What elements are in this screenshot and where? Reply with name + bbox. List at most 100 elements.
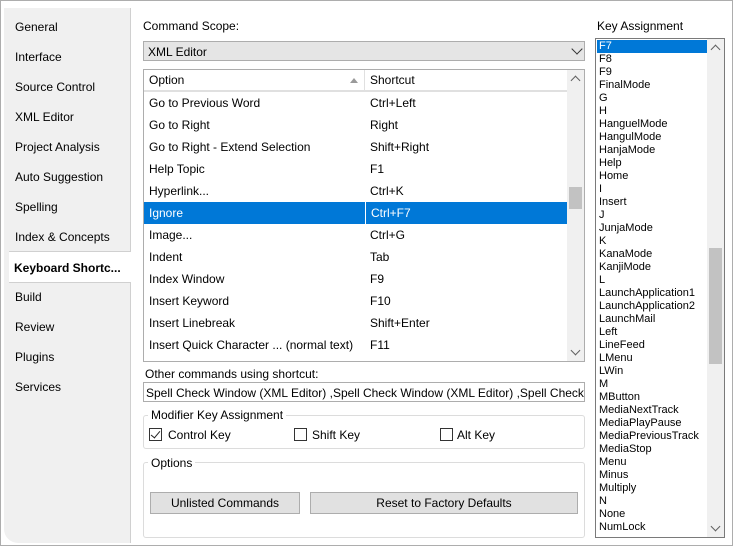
list-item[interactable]: MediaPreviousTrack (597, 430, 707, 443)
list-item[interactable]: K (597, 235, 707, 248)
table-row[interactable]: Go to Previous Word Ctrl+Left (144, 92, 568, 114)
tab-services[interactable]: Services (10, 372, 128, 402)
list-item[interactable]: KanaMode (597, 248, 707, 261)
option-cell: Indent (149, 250, 183, 264)
scroll-up-icon[interactable] (710, 44, 721, 55)
scroll-down-icon[interactable] (570, 345, 581, 356)
list-item[interactable]: LWin (597, 365, 707, 378)
list-item[interactable]: I (597, 183, 707, 196)
list-item[interactable]: L (597, 274, 707, 287)
table-row[interactable]: Help Topic F1 (144, 158, 568, 180)
list-item[interactable]: N (597, 495, 707, 508)
shortcut-cell: F11 (370, 338, 390, 352)
grid-scrollbar[interactable] (567, 70, 584, 361)
tab-plugins[interactable]: Plugins (10, 342, 128, 372)
tab-project-analysis[interactable]: Project Analysis (10, 132, 128, 162)
other-commands-field[interactable]: Spell Check Window (XML Editor) ,Spell C… (143, 382, 585, 402)
grid-header: Option Shortcut (144, 70, 568, 92)
tab-xml-editor[interactable]: XML Editor (10, 102, 128, 132)
column-header-option[interactable]: Option (144, 70, 365, 91)
list-item[interactable]: HanguelMode (597, 118, 707, 131)
tab-interface[interactable]: Interface (10, 42, 128, 72)
shortcut-cell: Ctrl+F7 (365, 202, 568, 224)
list-item[interactable]: F7 (597, 40, 707, 53)
tab-source-control[interactable]: Source Control (10, 72, 128, 102)
shift-key-label[interactable]: Shift Key (312, 428, 360, 442)
list-item[interactable]: JunjaMode (597, 222, 707, 235)
table-row[interactable]: Hyperlink... Ctrl+K (144, 180, 568, 202)
shortcut-cell: Ctrl+K (370, 184, 404, 198)
table-row[interactable]: Insert Keyword F10 (144, 290, 568, 312)
list-item[interactable]: HangulMode (597, 131, 707, 144)
tab-review[interactable]: Review (10, 312, 128, 342)
tab-build[interactable]: Build (10, 282, 128, 312)
table-row[interactable]: Image... Ctrl+G (144, 224, 568, 246)
list-item[interactable]: LaunchMail (597, 313, 707, 326)
option-cell: Insert Linebreak (149, 316, 236, 330)
table-row[interactable]: Ignore Ctrl+F7 (144, 202, 568, 224)
list-item[interactable]: LaunchApplication2 (597, 300, 707, 313)
list-item[interactable]: Help (597, 157, 707, 170)
command-scope-dropdown[interactable]: XML Editor (143, 41, 585, 61)
scroll-up-icon[interactable] (570, 75, 581, 86)
list-item[interactable]: MediaPlayPause (597, 417, 707, 430)
option-cell: Ignore (149, 206, 184, 220)
table-row[interactable]: Index Window F9 (144, 268, 568, 290)
list-item[interactable]: F9 (597, 66, 707, 79)
list-item[interactable]: LaunchApplication1 (597, 287, 707, 300)
shortcut-grid[interactable]: Option Shortcut Go to Previous Word Ctrl+… (143, 69, 585, 362)
list-item[interactable]: M (597, 378, 707, 391)
list-item[interactable]: H (597, 105, 707, 118)
option-cell: Go to Right - Extend Selection (149, 140, 311, 154)
alt-key-checkbox[interactable] (440, 428, 453, 441)
list-item[interactable]: MediaStop (597, 443, 707, 456)
key-list-scrollbar[interactable] (707, 39, 724, 537)
unlisted-commands-button[interactable]: Unlisted Commands (150, 492, 300, 514)
tab-general[interactable]: General (10, 12, 128, 42)
shortcut-cell: F10 (370, 294, 391, 308)
tab-auto-suggestion[interactable]: Auto Suggestion (10, 162, 128, 192)
list-item[interactable]: LineFeed (597, 339, 707, 352)
key-list-scroll-thumb[interactable] (709, 248, 722, 364)
scroll-down-icon[interactable] (710, 521, 721, 532)
table-row[interactable]: Go to Right - Extend Selection Shift+Righ… (144, 136, 568, 158)
list-item[interactable]: NumLock (597, 521, 707, 534)
list-item[interactable]: F8 (597, 53, 707, 66)
table-row[interactable]: Insert Linebreak Shift+Enter (144, 312, 568, 334)
tab-spelling[interactable]: Spelling (10, 192, 128, 222)
category-tabs: General Interface Source Control XML Editor… (4, 8, 131, 543)
modifier-key-title: Modifier Key Assignment (148, 408, 287, 422)
list-item[interactable]: Insert (597, 196, 707, 209)
list-item[interactable]: MButton (597, 391, 707, 404)
table-row[interactable]: Indent Tab (144, 246, 568, 268)
key-assignment-list[interactable]: F7 F8 F9 FinalMode G H HanguelMode HangulMode Ha… (595, 38, 725, 538)
column-header-shortcut[interactable]: Shortcut (365, 70, 568, 91)
shift-key-checkbox[interactable] (294, 428, 307, 441)
option-cell: Index Window (149, 272, 225, 286)
list-item[interactable]: Left (597, 326, 707, 339)
table-row[interactable]: Go to Right Right (144, 114, 568, 136)
control-key-checkbox[interactable] (149, 428, 162, 441)
tab-index-concepts[interactable]: Index & Concepts (10, 222, 128, 252)
list-item[interactable]: Minus (597, 469, 707, 482)
shortcut-cell: Shift+Enter (370, 316, 430, 330)
list-item[interactable]: FinalMode (597, 79, 707, 92)
list-item[interactable]: MediaNextTrack (597, 404, 707, 417)
list-item[interactable]: KanjiMode (597, 261, 707, 274)
list-item[interactable]: HanjaMode (597, 144, 707, 157)
control-key-label[interactable]: Control Key (168, 428, 231, 442)
alt-key-label[interactable]: Alt Key (457, 428, 495, 442)
list-item[interactable]: J (597, 209, 707, 222)
tab-keyboard-shortc[interactable]: Keyboard Shortc... (9, 251, 131, 283)
list-item[interactable]: Home (597, 170, 707, 183)
grid-scroll-thumb[interactable] (569, 187, 582, 209)
table-row[interactable]: Insert Quick Character ... (normal text)… (144, 334, 568, 356)
list-item[interactable]: G (597, 92, 707, 105)
list-item[interactable]: LMenu (597, 352, 707, 365)
shortcut-cell: Ctrl+Left (370, 96, 416, 110)
key-assignment-label: Key Assignment (597, 19, 684, 33)
list-item[interactable]: Menu (597, 456, 707, 469)
reset-factory-defaults-button[interactable]: Reset to Factory Defaults (310, 492, 578, 514)
list-item[interactable]: None (597, 508, 707, 521)
list-item[interactable]: Multiply (597, 482, 707, 495)
